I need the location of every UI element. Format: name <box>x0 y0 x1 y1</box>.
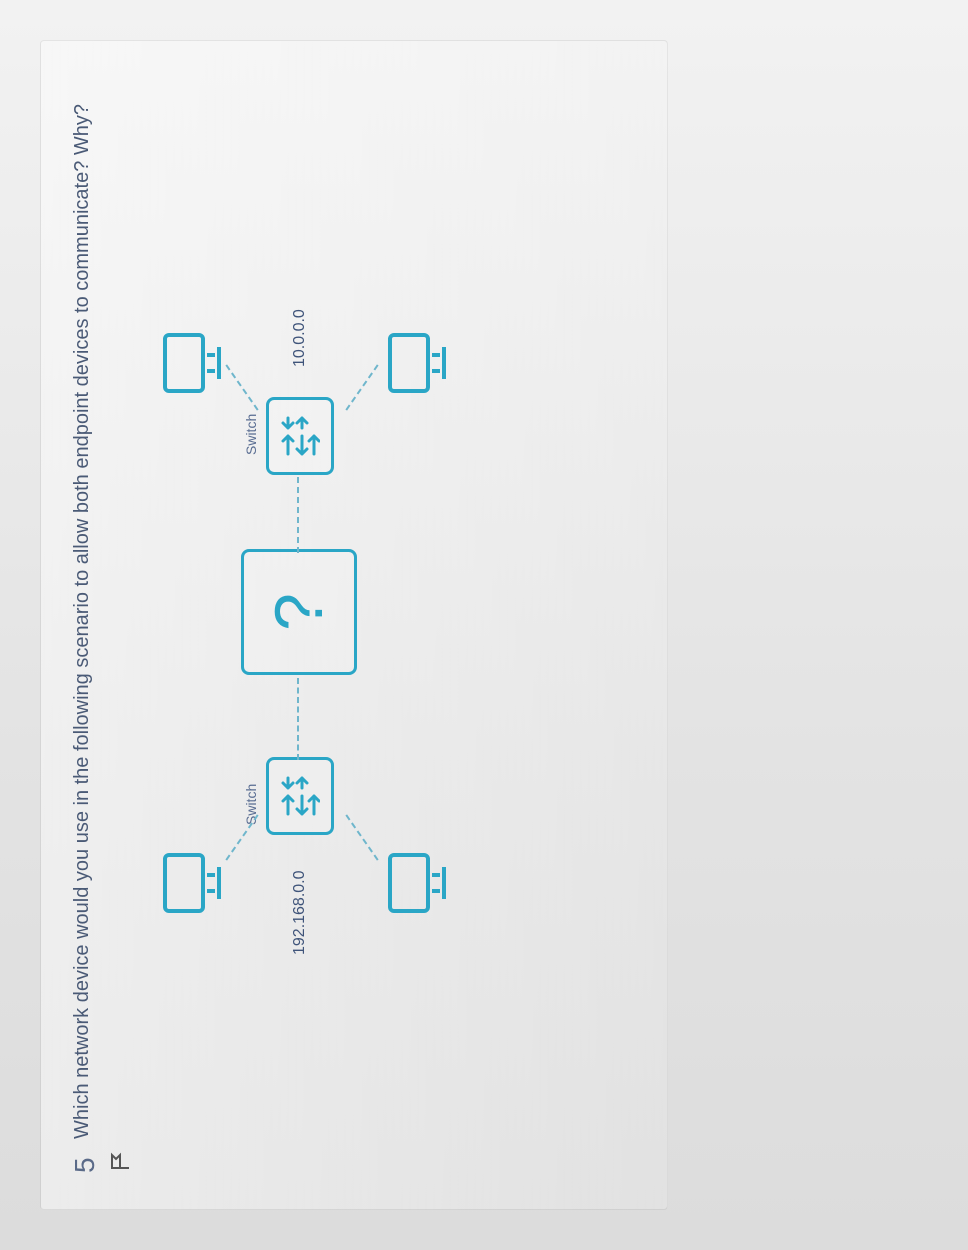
link-left-switch-to-center <box>297 678 299 760</box>
link-center-to-right-switch <box>297 477 299 553</box>
endpoint-pc-bottom-left <box>386 843 450 915</box>
right-switch-label: Switch <box>243 414 259 455</box>
question-number: 5 <box>69 1153 101 1173</box>
unknown-device-box: ? <box>241 549 357 675</box>
flag-icon[interactable] <box>109 77 137 1171</box>
network-diagram: Switch Switch 192.168.0.0 10.0.0.0 <box>161 175 481 1075</box>
question-row: 5 Which network device would you use in … <box>69 77 101 1173</box>
right-switch-icon <box>266 397 334 475</box>
endpoint-pc-bottom-right <box>386 323 450 395</box>
question-card: 5 Which network device would you use in … <box>40 40 668 1210</box>
left-switch-icon <box>266 757 334 835</box>
link-tr-to-right-switch <box>225 364 258 410</box>
endpoint-pc-top-right <box>161 323 225 395</box>
link-br-to-right-switch <box>345 364 378 410</box>
screenshot-surface: 5 Which network device would you use in … <box>0 0 968 1250</box>
left-switch-label: Switch <box>243 784 259 825</box>
left-network-label: 192.168.0.0 <box>291 870 309 955</box>
endpoint-pc-top-left <box>161 843 225 915</box>
link-tl-to-left-switch <box>225 814 258 860</box>
unknown-device-label: ? <box>265 593 333 631</box>
rotated-stage: 5 Which network device would you use in … <box>0 0 968 1250</box>
link-bl-to-left-switch <box>345 814 378 860</box>
right-network-label: 10.0.0.0 <box>291 309 309 367</box>
question-text: Which network device would you use in th… <box>69 104 96 1139</box>
